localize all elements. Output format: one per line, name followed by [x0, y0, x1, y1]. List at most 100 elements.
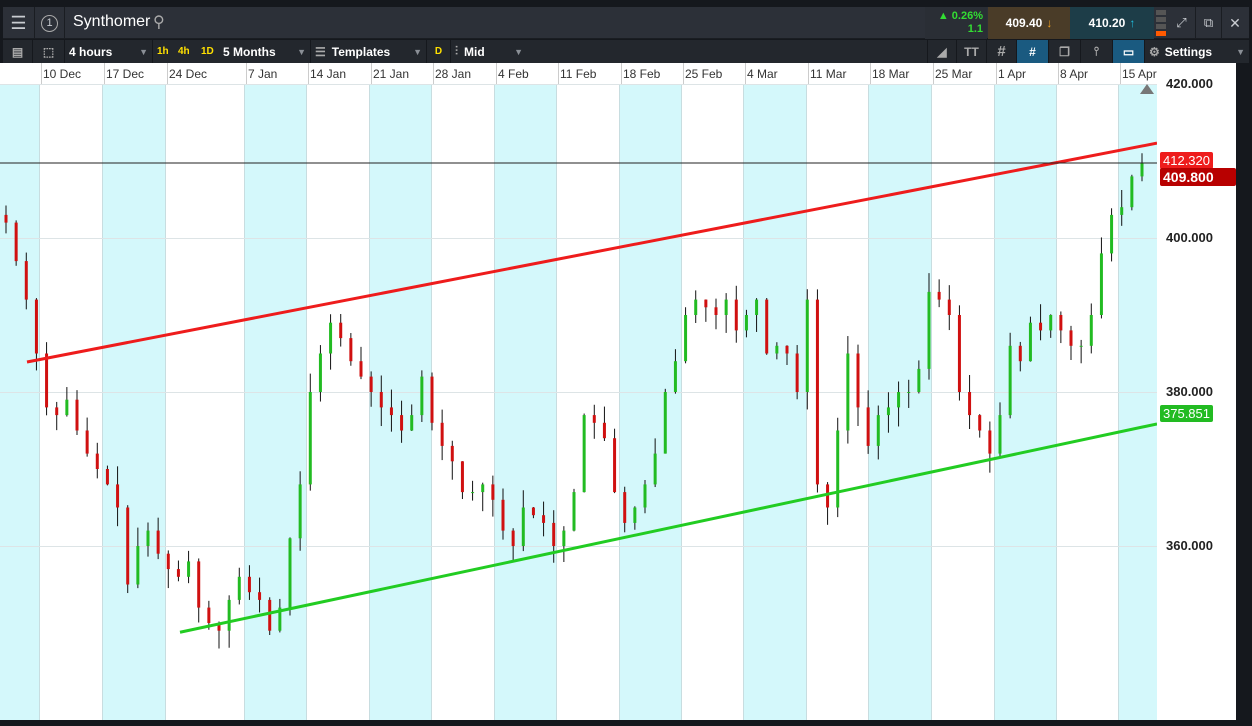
templates-select[interactable]: ☰ Templates ▼ — [311, 40, 427, 63]
date-label: 25 Mar — [935, 67, 973, 81]
candle-body — [207, 607, 211, 623]
grid-icon[interactable]: # — [987, 40, 1017, 63]
candle-body — [765, 299, 769, 354]
candle-body — [907, 392, 911, 393]
date-tick — [996, 63, 997, 84]
candle-body — [1008, 345, 1012, 416]
indicator-icon[interactable]: ⫯ — [1081, 40, 1113, 63]
close-icon[interactable]: ✕ — [1222, 7, 1248, 39]
instrument-title[interactable]: Synthomer — [73, 13, 150, 31]
candle-body — [318, 353, 322, 392]
candle-body — [308, 392, 312, 485]
date-tick — [496, 63, 497, 84]
week-band — [743, 84, 806, 720]
candle-body — [897, 392, 901, 408]
candle-body — [724, 299, 728, 315]
candle-body — [684, 315, 688, 362]
date-tick — [683, 63, 684, 84]
price-label: 380.000 — [1166, 384, 1213, 399]
candle-body — [937, 291, 941, 300]
gear-icon: ⚙ — [1149, 44, 1160, 59]
sliders-icon: ☰ — [315, 44, 326, 59]
candle-body — [511, 530, 515, 546]
candle-body — [116, 484, 120, 508]
range-select[interactable]: 5 Months ▼ — [219, 40, 311, 63]
candle-body — [582, 415, 586, 493]
date-label: 24 Dec — [169, 67, 208, 81]
layout-icon[interactable]: ⬚ — [33, 40, 65, 63]
candle-body — [826, 484, 830, 508]
candle-body — [146, 530, 150, 546]
dropdown-arrow-icon: ▼ — [413, 46, 422, 57]
candle-body — [75, 399, 79, 431]
interval-4h-button[interactable]: 4h — [174, 40, 196, 63]
candle-body — [521, 507, 525, 546]
candle-body — [1089, 315, 1093, 346]
candle-body — [389, 407, 393, 416]
buy-button[interactable]: 410.20 ↑ — [1070, 7, 1154, 39]
tag-icon[interactable]: ▭ — [1113, 40, 1145, 63]
candle-body — [846, 353, 850, 431]
dropdown-arrow-icon: ▼ — [297, 46, 306, 57]
candle-body — [359, 361, 363, 377]
candle-body — [947, 299, 951, 315]
menu-button[interactable]: ☰ — [3, 7, 35, 39]
candle-body — [775, 345, 779, 354]
candle-body — [866, 407, 870, 446]
settings-button[interactable]: ⚙ Settings ▼ — [1145, 40, 1249, 63]
price-label: 420.000 — [1166, 76, 1213, 91]
date-tick — [1058, 63, 1059, 84]
price-chart[interactable]: 10 Dec 17 Dec 24 Dec 7 Jan 14 Jan 21 Jan 28 Ja… — [0, 63, 1236, 720]
price-label: 400.000 — [1166, 230, 1213, 245]
candle-body — [744, 315, 748, 331]
popout-icon[interactable]: ⧉ — [1196, 7, 1222, 39]
interval-select[interactable]: 4 hours ▼ — [65, 40, 153, 63]
dropdown-arrow-icon: ▼ — [1236, 46, 1245, 57]
text-size-icon[interactable]: TT — [957, 40, 987, 63]
date-tick — [104, 63, 105, 84]
candle-body — [24, 261, 28, 300]
candle-body — [673, 361, 677, 392]
week-band — [102, 84, 165, 720]
candle-body — [998, 415, 1002, 454]
candle-body — [836, 430, 840, 508]
week-band — [0, 84, 39, 720]
date-tick — [558, 63, 559, 84]
candle-body — [95, 453, 99, 469]
candle-body — [1110, 214, 1114, 254]
candle-body — [653, 453, 657, 485]
candle-body — [176, 569, 180, 577]
search-icon[interactable]: ⚲ — [153, 12, 165, 32]
date-label: 1 Apr — [998, 67, 1027, 81]
interval-1h-button[interactable]: 1h — [153, 40, 173, 63]
interval-1d-button[interactable]: 1D — [197, 40, 219, 63]
arrow-down-icon: ↓ — [1046, 16, 1053, 30]
price-label: 360.000 — [1166, 538, 1213, 553]
draw-line-icon[interactable]: ◢ — [927, 40, 957, 63]
sell-button[interactable]: 409.40 ↓ — [988, 7, 1070, 39]
week-band — [494, 84, 556, 720]
grid-edit-icon[interactable]: # — [1017, 40, 1049, 63]
candle-body — [410, 415, 414, 431]
date-tick — [870, 63, 871, 84]
list-icon[interactable]: ▤ — [3, 40, 33, 63]
price-type-select[interactable]: ⫶ Mid ▼ — [451, 40, 527, 63]
candle-body — [592, 415, 596, 423]
window-number[interactable]: 1 — [35, 7, 65, 39]
candle-body — [187, 561, 191, 577]
candle-body — [14, 222, 18, 262]
candle-body — [450, 445, 454, 462]
candle-icon: ⫶ — [455, 44, 459, 58]
candle-body — [917, 368, 921, 392]
candle-body — [876, 415, 880, 446]
chart-canvas[interactable] — [0, 63, 1157, 720]
candle-body — [623, 492, 627, 523]
maximize-icon[interactable]: ⤢ — [1168, 7, 1196, 39]
d-button[interactable]: D — [427, 40, 451, 63]
candle-body — [785, 345, 789, 354]
candle-body — [562, 530, 566, 546]
scroll-to-top-icon[interactable] — [1140, 84, 1154, 94]
candle-body — [4, 214, 8, 223]
layers-icon[interactable]: ❐ — [1049, 40, 1081, 63]
candle-body — [968, 392, 972, 416]
